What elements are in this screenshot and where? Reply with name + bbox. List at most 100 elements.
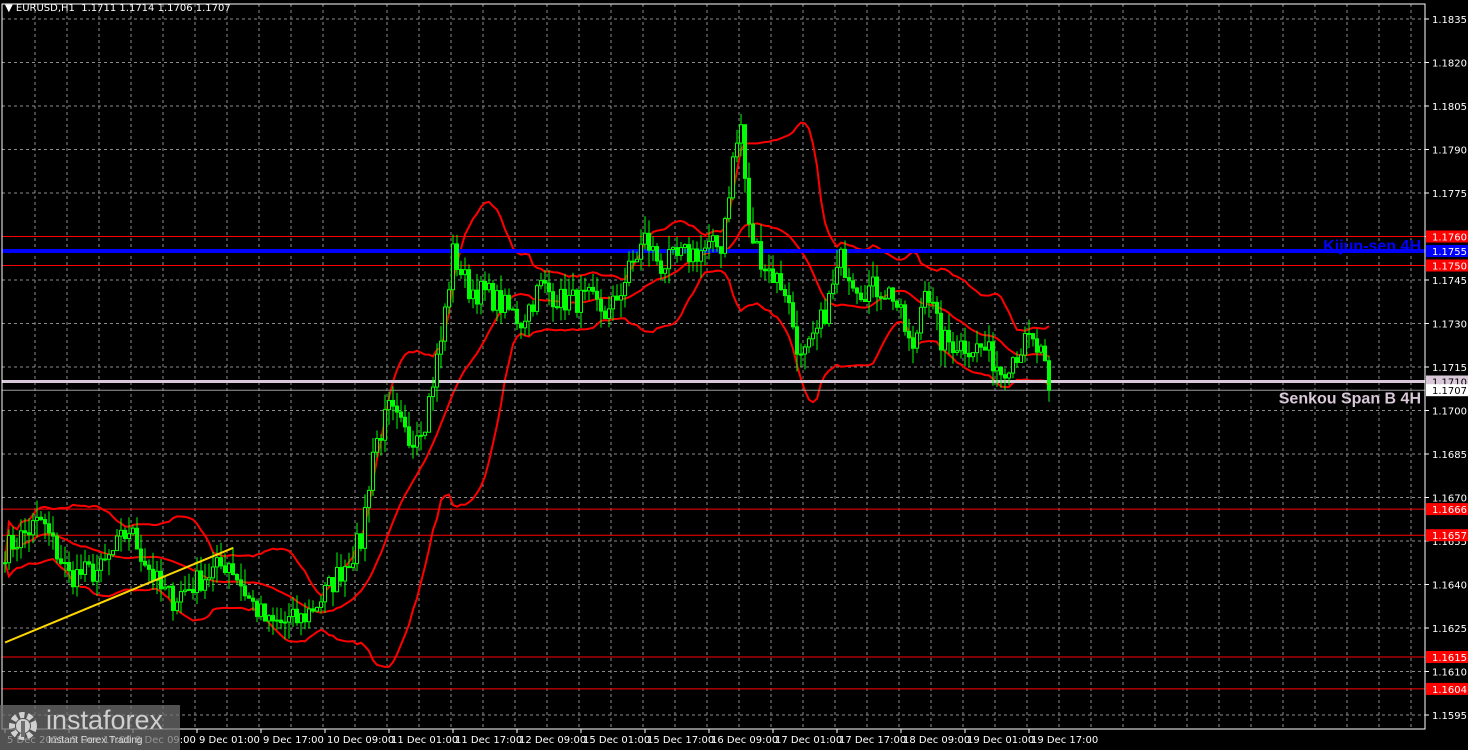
candle-body [103, 558, 107, 561]
candle-body [839, 248, 843, 268]
candle-body [79, 569, 83, 575]
candle [467, 264, 471, 304]
candle-body [843, 248, 847, 279]
candle [735, 129, 739, 163]
candle [203, 563, 207, 600]
candle [771, 255, 775, 284]
candle [827, 290, 831, 327]
candle-body [871, 276, 875, 287]
candle [275, 607, 279, 630]
candle-body [435, 353, 439, 388]
candle-body [879, 296, 883, 299]
time-axis-label: 17 Dec 17:00 [839, 735, 906, 746]
candle-body [483, 280, 487, 291]
gear-logo-icon [9, 712, 37, 740]
candle [335, 552, 339, 593]
candle-body [127, 533, 131, 540]
candle [591, 273, 595, 295]
candle [339, 554, 343, 587]
level-name-label: Kijun-sen 4H [1323, 238, 1421, 255]
candle [259, 595, 263, 621]
candle [1011, 356, 1015, 379]
candle-body [775, 273, 779, 284]
candle-body [43, 519, 47, 525]
candle [563, 273, 567, 321]
candle [575, 288, 579, 318]
candle-body [863, 299, 867, 303]
candle-body [479, 280, 483, 305]
candle [627, 251, 631, 287]
candle-body [195, 570, 199, 594]
candle-body [751, 223, 755, 244]
watermark-brand: instaforex [46, 705, 164, 735]
candle-body [567, 294, 571, 311]
collapse-triangle-icon[interactable]: ▼ [5, 3, 16, 14]
candle [55, 532, 59, 564]
candle-body [507, 294, 511, 310]
candle [399, 400, 403, 423]
candle [891, 286, 895, 311]
level-price-label: 1.1755 [1432, 247, 1467, 258]
candle [531, 300, 535, 317]
price-chart[interactable]: 1.1835 1.1820 1.1805 1.1790 1.1775 1.1760 1.17… [0, 0, 1468, 750]
candle-body [243, 585, 247, 597]
candle-body [591, 286, 595, 292]
candle-body [395, 405, 399, 413]
candle [831, 269, 835, 300]
candle-body [1031, 333, 1035, 340]
candle [919, 297, 923, 340]
candle-body [175, 601, 179, 612]
candle [543, 269, 547, 294]
candle-body [31, 520, 35, 536]
candle [371, 438, 375, 496]
candle [675, 236, 679, 263]
candle [123, 527, 127, 543]
price-axis-label: 1.1670 [1432, 494, 1467, 505]
time-axis-label: 10 Dec 09:00 [327, 735, 394, 746]
candle [619, 283, 623, 318]
candle-body [659, 260, 663, 274]
candle [1031, 332, 1035, 347]
candle-body [767, 268, 771, 272]
candle [59, 545, 63, 566]
candle [51, 516, 55, 550]
candle-body [407, 426, 411, 446]
candle-body [807, 338, 811, 348]
time-axis-label: 18 Dec 09:00 [903, 735, 970, 746]
candle-body [935, 301, 939, 314]
candle-body [187, 588, 191, 591]
candle-body [667, 249, 671, 270]
candle-body [331, 577, 335, 593]
level-price-label: 1.1707 [1432, 386, 1467, 397]
candle-body [883, 297, 887, 300]
candle-body [451, 243, 455, 291]
candle [1019, 348, 1023, 363]
instaforex-watermark: instaforex Instant Forex Trading [0, 705, 180, 750]
candle-body [203, 579, 207, 591]
candle [1043, 339, 1047, 362]
candle [611, 285, 615, 321]
candle-body [915, 332, 919, 349]
candle [159, 559, 163, 602]
candle [279, 607, 283, 630]
candle [75, 554, 79, 597]
candle-body [463, 269, 467, 276]
candle [775, 271, 779, 294]
candle-body [867, 285, 871, 303]
watermark-tagline: Instant Forex Trading [48, 735, 143, 746]
candle [707, 224, 711, 260]
candle [579, 275, 583, 329]
candle [439, 326, 443, 369]
candle [99, 553, 103, 583]
candle-body [1011, 357, 1015, 374]
candle [191, 577, 195, 600]
candle-body [295, 608, 299, 624]
candle [959, 332, 963, 359]
candle-body [683, 244, 687, 249]
candle-body [371, 451, 375, 491]
candle [323, 582, 327, 613]
candle [559, 278, 563, 321]
candle-body [59, 558, 63, 564]
candle-body [1035, 338, 1039, 353]
candle-body [235, 573, 239, 581]
